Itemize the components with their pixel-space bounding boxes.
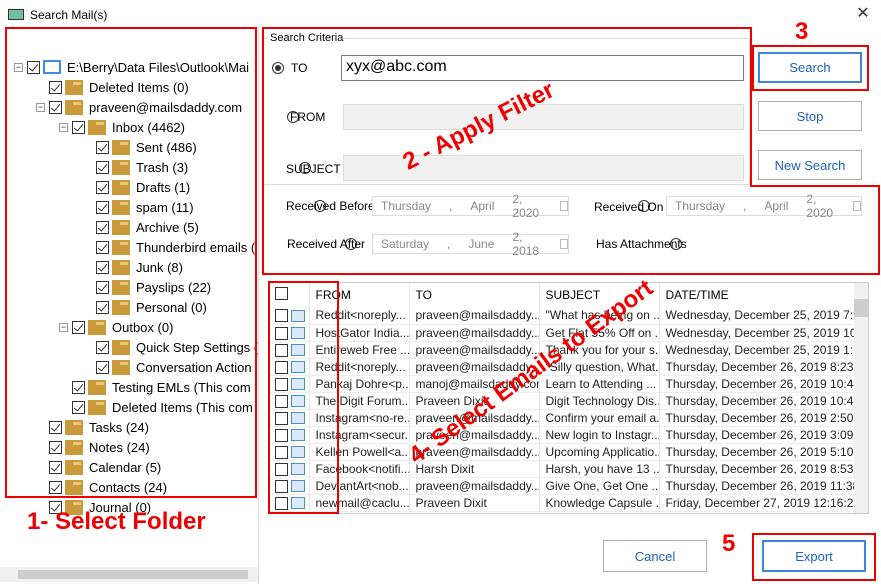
table-row[interactable]: Instagram<secur... praveen@mailsdaddy....… [269,426,856,444]
cell: New login to Instagr... [539,426,660,444]
table-row[interactable]: DeviantArt<nob... praveen@mailsdaddy.... G… [269,477,856,495]
table-header: FROM TO SUBJECT DATE/TIME [269,283,856,307]
cell: Wednesday, December 25, 2019 7:36:0 [659,307,856,325]
window-title: Search Mail(s) [30,8,108,22]
annotation-step5: 5 [722,530,736,557]
table-row[interactable]: Facebook<notifi... Harsh Dixit Harsh, you … [269,460,856,478]
cell: praveen@mailsdaddy.... [409,324,540,342]
cell: praveen@mailsdaddy.... [409,341,540,359]
cell: Thursday, December 26, 2019 8:53:40 P [659,460,856,478]
cell: Thursday, December 26, 2019 8:23:17 A [659,358,856,376]
annotation-box-folder [5,27,257,498]
cell: praveen@mailsdaddy.... [409,307,540,325]
table-row[interactable]: newmail@caclu... Praveen Dixit Knowledge C… [269,494,856,512]
cell: Thursday, December 26, 2019 11:38:27 [659,477,856,495]
cancel-button[interactable]: Cancel [603,540,707,572]
cell: Knowledge Capsule ... [539,494,660,512]
table-row[interactable]: Instagram<no-re... praveen@mailsdaddy....… [269,409,856,427]
cell: Upcoming Applicatio... [539,443,660,461]
annotation-line [750,185,880,187]
cell: Thursday, December 26, 2019 3:09:54 P [659,426,856,444]
cell: Thursday, December 26, 2019 10:46:24 [659,392,856,410]
cell: Thursday, December 26, 2019 2:50:42 P [659,409,856,427]
table-row[interactable]: The Digit Forum... Praveen Dixit Digit Tec… [269,392,856,410]
app-icon [8,9,24,20]
cell: praveen@mailsdaddy.... [409,477,540,495]
column-header-datetime[interactable]: DATE/TIME [659,283,856,307]
table-row[interactable]: Kellen Powell<a... praveen@mailsdaddy....… [269,443,856,461]
cell: Harsh, you have 13 ... [539,460,660,478]
scrollbar-thumb[interactable] [854,299,868,317]
cell: Give One, Get One ... [539,477,660,495]
annotation-step1: 1- Select Folder [27,508,206,535]
cell: Confirm your email a... [539,409,660,427]
annotation-box-export [752,533,876,581]
column-header-to[interactable]: TO [409,283,540,307]
annotation-step3: 3 [795,18,809,45]
cell: Friday, December 27, 2019 12:16:29 AM [659,494,856,512]
annotation-box-filter-lower [262,185,880,275]
cell: Wednesday, December 25, 2019 1:15:4 [659,341,856,359]
stop-button[interactable]: Stop [758,101,862,131]
annotation-box-search [752,45,869,91]
table-row[interactable]: Pankaj Dohre<p... manoj@mailsdaddy.com Lea… [269,375,856,393]
cell: Learn to Attending ... [539,375,660,393]
cell: Praveen Dixit [409,494,540,512]
cell: Wednesday, December 25, 2019 10:10 [659,324,856,342]
cell: Digit Technology Dis... [539,392,660,410]
vertical-scrollbar[interactable] [854,283,868,513]
annotation-box-checkboxes [268,281,339,514]
table-row[interactable]: Reddit<noreply... praveen@mailsdaddy.... "… [269,307,856,325]
cell: Thursday, December 26, 2019 5:10:08 P [659,443,856,461]
cell: Thursday, December 26, 2019 10:44:59 [659,375,856,393]
scrollbar-thumb[interactable] [18,570,248,579]
title-bar: Search Mail(s) ✕ [0,0,881,30]
email-list: FROM TO SUBJECT DATE/TIME Reddit<noreply… [268,282,869,514]
close-icon[interactable]: ✕ [850,3,876,25]
new-search-button[interactable]: New Search [758,150,862,180]
